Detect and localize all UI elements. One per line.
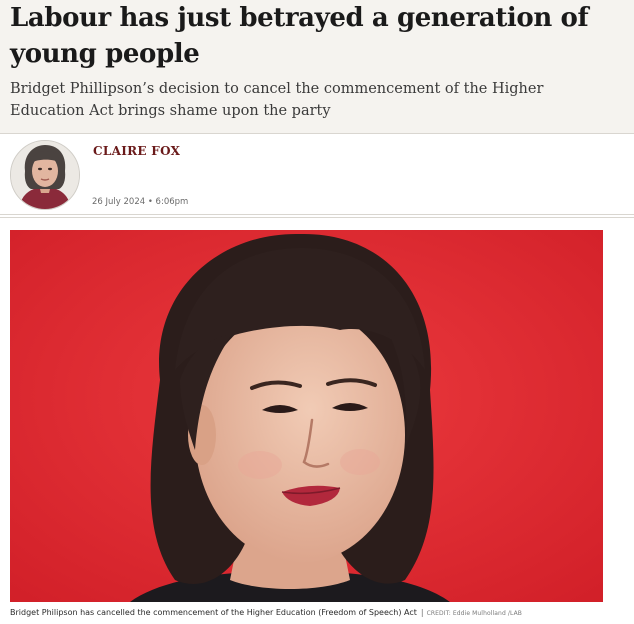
lead-image: [10, 230, 603, 602]
divider: [0, 133, 634, 134]
divider: [0, 214, 634, 215]
article-standfirst: Bridget Phillipson’s decision to cancel …: [10, 81, 544, 119]
article-headline: Labour has just betrayed a generation of…: [10, 3, 589, 69]
author-portrait-icon: [11, 141, 79, 209]
caption-separator: |: [420, 608, 424, 617]
woman-portrait-photo-icon: [10, 230, 603, 602]
author-avatar[interactable]: [10, 140, 80, 210]
caption-text: Bridget Philipson has cancelled the comm…: [10, 608, 417, 617]
divider: [0, 217, 634, 218]
author-name-link[interactable]: CLAIRE FOX: [93, 144, 180, 158]
image-credit: CREDIT: Eddie Mulholland /LAB: [426, 610, 522, 617]
image-caption: Bridget Philipson has cancelled the comm…: [10, 608, 522, 617]
publish-timestamp: 26 July 2024 • 6:06pm: [92, 197, 189, 207]
